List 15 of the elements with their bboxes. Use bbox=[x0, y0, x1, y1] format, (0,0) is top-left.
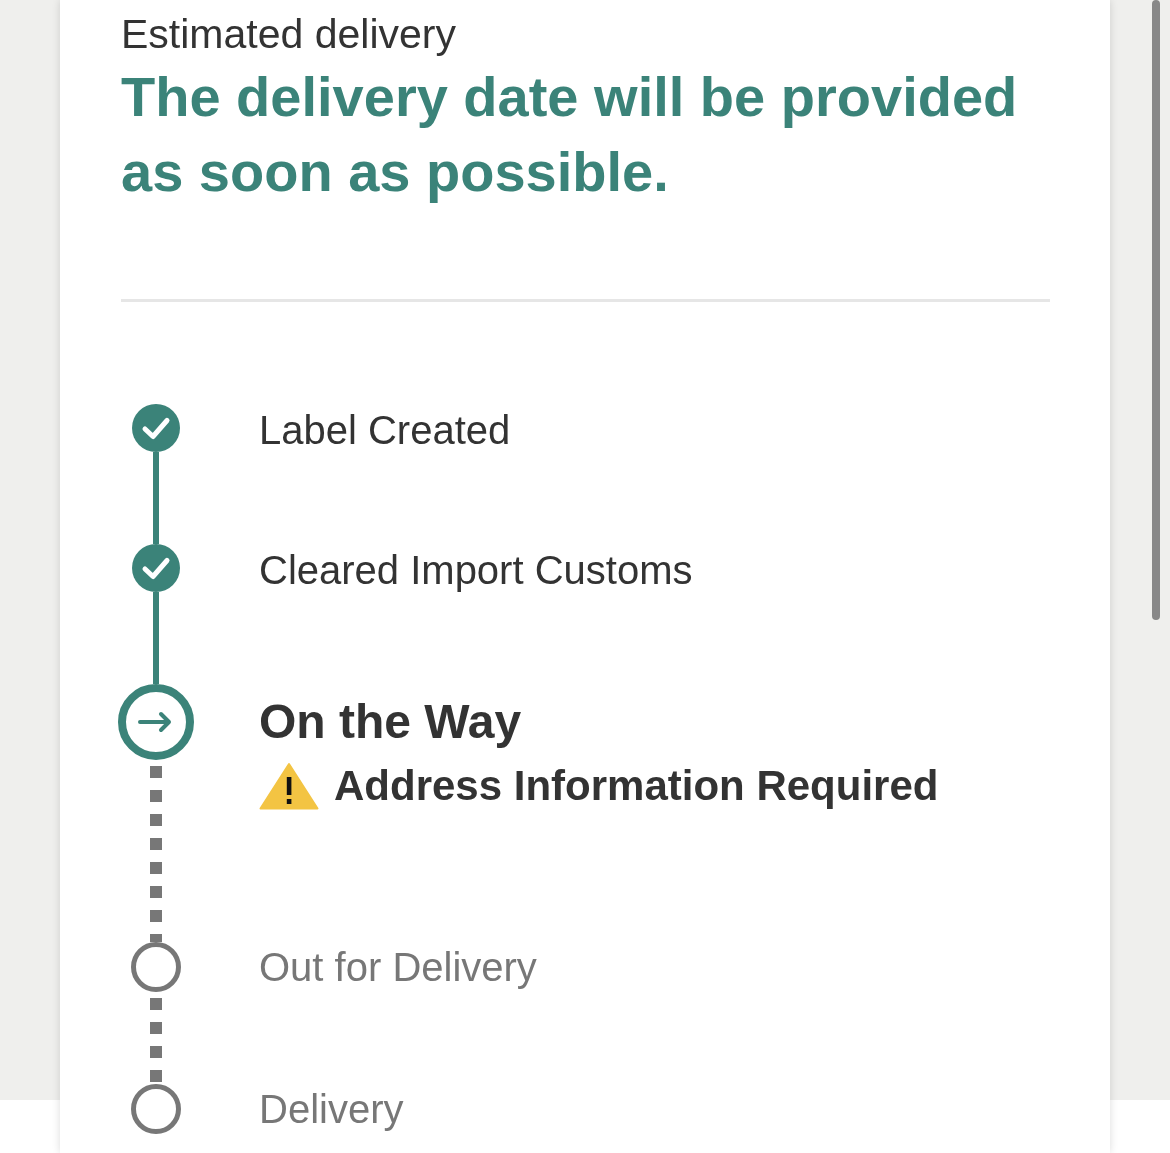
estimate-message: The delivery date will be provided as soon as possible. bbox=[121, 64, 1019, 205]
check-circle-icon bbox=[132, 544, 180, 592]
check-circle-icon bbox=[132, 404, 180, 452]
step-label: On the Way bbox=[259, 694, 522, 750]
step-label: Label Created bbox=[259, 407, 511, 452]
warning-icon bbox=[259, 762, 319, 810]
scrollbar-thumb[interactable] bbox=[1152, 0, 1160, 620]
arrow-circle-icon bbox=[118, 684, 194, 760]
step-label: Out for Delivery bbox=[259, 944, 537, 991]
empty-circle-icon bbox=[131, 1084, 181, 1134]
empty-circle-icon bbox=[131, 942, 181, 992]
step-label: Delivery bbox=[259, 1086, 404, 1133]
warning-message: Address Information Required bbox=[334, 761, 939, 811]
step-label: Cleared Import Customs bbox=[259, 547, 693, 592]
estimate-label: Estimated delivery bbox=[121, 10, 456, 58]
